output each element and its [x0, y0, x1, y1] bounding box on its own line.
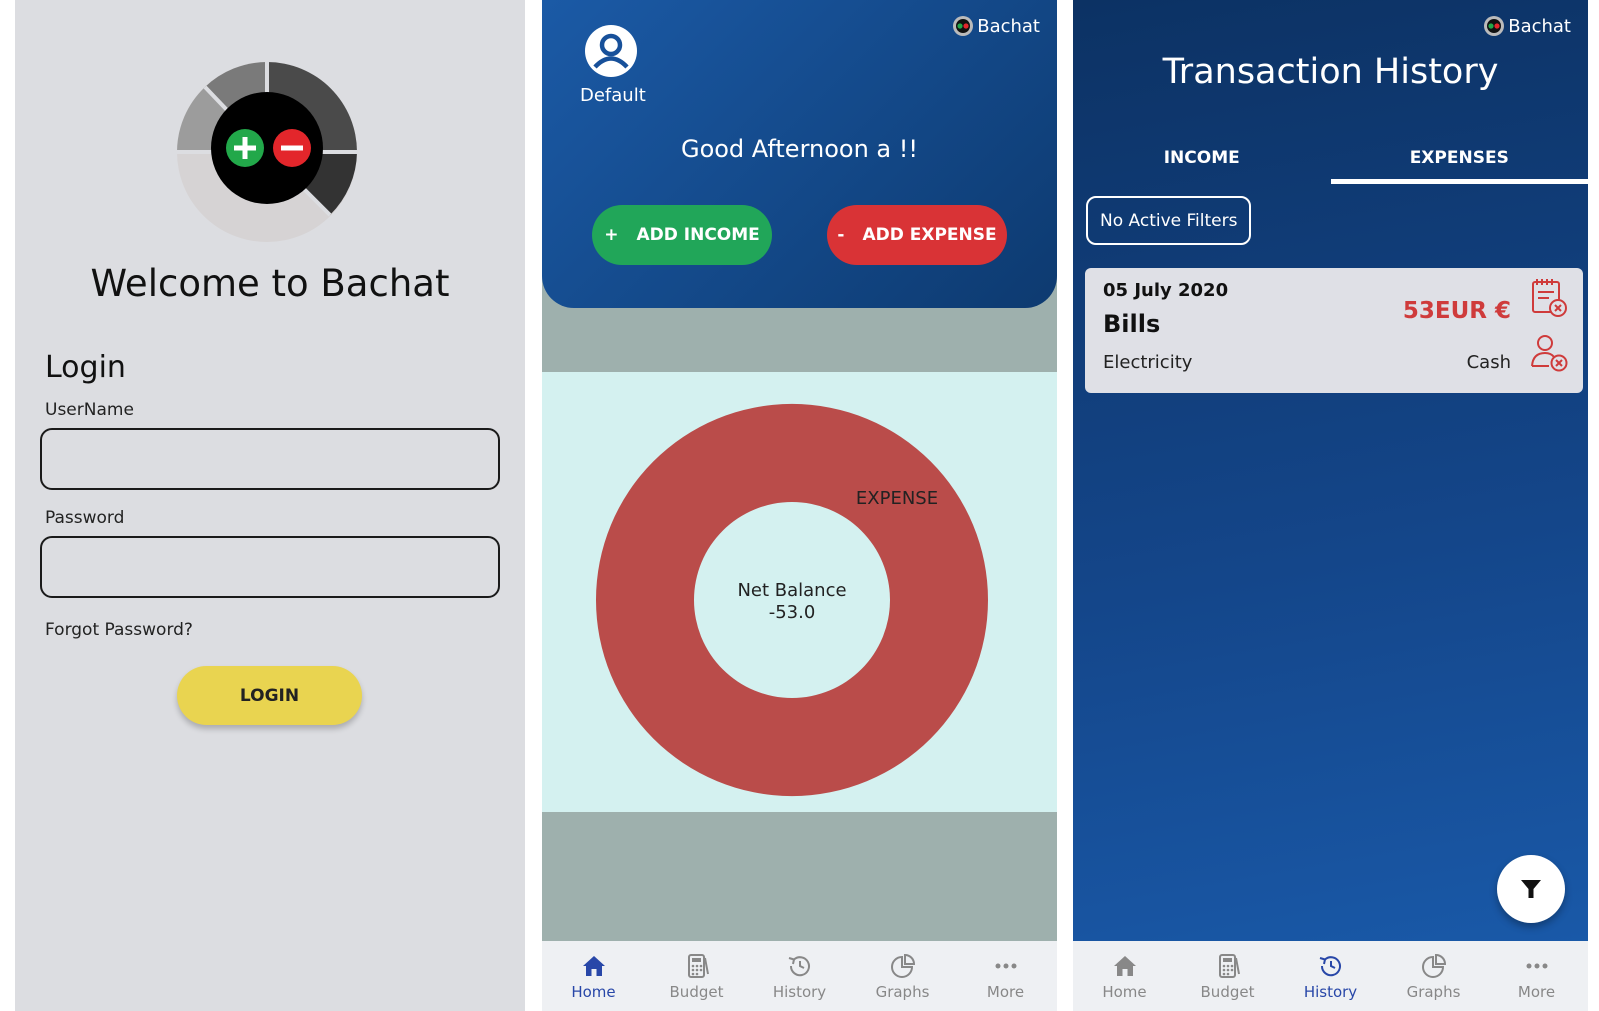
minus-icon: - [837, 225, 845, 245]
greeting-text: Good Afternoon a !! [680, 135, 919, 163]
bottom-nav: Home Budget History Graphs More [1073, 941, 1588, 1011]
brand-mark: Bachat [1483, 15, 1571, 37]
transaction-category: Bills [1103, 310, 1161, 338]
nav-label-graphs: Graphs [875, 982, 930, 1001]
net-balance-value: -53.0 [769, 602, 816, 623]
filter-funnel-icon [1521, 880, 1541, 898]
nav-item-more[interactable]: More [954, 941, 1057, 1011]
username-label: UserName [45, 400, 134, 420]
nav-label-more: More [1517, 982, 1556, 1001]
password-label: Password [45, 508, 125, 528]
page-title: Transaction History [1162, 52, 1499, 92]
nav-item-history[interactable]: History [748, 941, 851, 1011]
more-dots-icon [1526, 963, 1547, 968]
forgot-password-link[interactable]: Forgot Password? [45, 620, 193, 640]
tab-income[interactable]: INCOME [1073, 132, 1331, 184]
nav-item-graphs[interactable]: Graphs [1382, 941, 1485, 1011]
login-title: Login [45, 350, 126, 385]
nav-item-budget[interactable]: Budget [1176, 941, 1279, 1011]
remove-user-icon[interactable] [1529, 332, 1569, 374]
transaction-card[interactable]: 05 July 2020 Bills Electricity 53EUR € C… [1085, 268, 1583, 393]
filter-fab-button[interactable] [1497, 855, 1565, 923]
brand-name: Bachat [1508, 15, 1571, 37]
history-screen: Bachat Transaction History INCOME EXPENS… [1073, 0, 1588, 1011]
bachat-brand-icon [953, 16, 974, 36]
nav-item-home[interactable]: Home [542, 941, 645, 1011]
calculator-icon [1218, 953, 1240, 978]
calculator-icon [687, 953, 709, 978]
nav-label-budget: Budget [669, 982, 724, 1001]
nav-item-history[interactable]: History [1279, 941, 1382, 1011]
transaction-amount: 53EUR € [1402, 298, 1511, 324]
balance-donut-chart: EXPENSE Net Balance -53.0 [596, 403, 989, 797]
username-input[interactable] [40, 428, 500, 490]
more-dots-icon [995, 963, 1016, 968]
nav-label-home: Home [571, 982, 616, 1001]
net-balance-label: Net Balance [737, 580, 846, 601]
plus-icon: + [604, 225, 619, 245]
profile-name: Default [580, 85, 646, 106]
nav-item-home[interactable]: Home [1073, 941, 1176, 1011]
nav-item-graphs[interactable]: Graphs [851, 941, 954, 1011]
bottom-nav: Home Budget History Graphs More [542, 941, 1057, 1011]
welcome-heading: Welcome to Bachat [90, 262, 450, 305]
transaction-payment-mode: Cash [1466, 352, 1511, 373]
add-income-button[interactable]: + ADD INCOME [592, 205, 772, 265]
transaction-date: 05 July 2020 [1103, 280, 1229, 301]
add-expense-label: ADD EXPENSE [862, 225, 997, 245]
delete-receipt-icon[interactable] [1529, 276, 1569, 318]
home-screen: Default Bachat Good Afternoon a !! + ADD… [542, 0, 1057, 1011]
nav-item-budget[interactable]: Budget [645, 941, 748, 1011]
brand-mark: Bachat [952, 15, 1040, 37]
nav-label-graphs: Graphs [1406, 982, 1461, 1001]
nav-item-more[interactable]: More [1485, 941, 1588, 1011]
tab-expenses[interactable]: EXPENSES [1330, 132, 1589, 184]
login-button[interactable]: LOGIN [177, 666, 362, 725]
nav-label-history: History [1303, 982, 1358, 1001]
balance-chart-area: EXPENSE Net Balance -53.0 [542, 372, 1057, 812]
nav-label-home: Home [1102, 982, 1147, 1001]
expense-slice-label: EXPENSE [856, 488, 938, 509]
bachat-brand-icon [1484, 16, 1505, 36]
nav-label-budget: Budget [1200, 982, 1255, 1001]
home-icon [1113, 955, 1136, 976]
nav-label-history: History [772, 982, 827, 1001]
nav-label-more: More [986, 982, 1025, 1001]
pie-chart-icon [1421, 953, 1446, 978]
password-input[interactable] [40, 536, 500, 598]
home-icon [582, 955, 605, 976]
add-expense-button[interactable]: - ADD EXPENSE [827, 205, 1007, 265]
brand-name: Bachat [977, 15, 1040, 37]
history-icon [788, 955, 810, 976]
login-screen: Welcome to Bachat Login UserName Passwor… [15, 0, 525, 1011]
history-icon [1319, 955, 1341, 976]
active-filters-chip[interactable]: No Active Filters [1086, 196, 1252, 245]
profile-avatar-icon[interactable] [584, 24, 638, 78]
home-header: Default Bachat Good Afternoon a !! + ADD… [542, 0, 1057, 308]
transaction-subcategory: Electricity [1103, 352, 1193, 373]
add-income-label: ADD INCOME [636, 225, 760, 245]
bachat-logo-icon [177, 62, 357, 242]
history-tabs: INCOME EXPENSES [1073, 132, 1588, 184]
pie-chart-icon [890, 953, 915, 978]
